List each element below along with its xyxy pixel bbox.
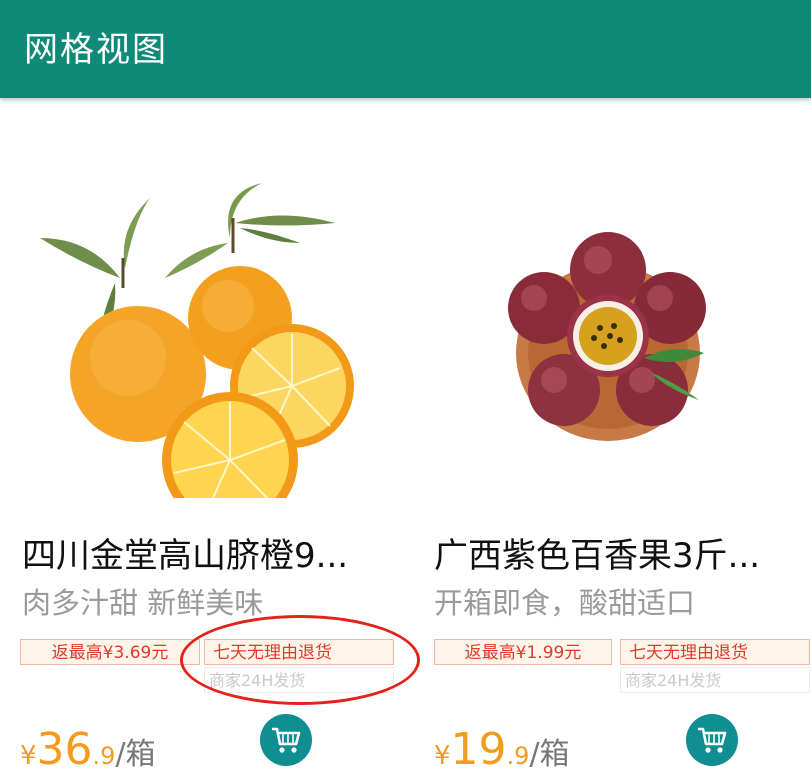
add-to-cart-button[interactable] xyxy=(260,714,312,766)
price-unit: /箱 xyxy=(529,737,570,772)
price-integer: 36 xyxy=(36,724,93,775)
price-unit: /箱 xyxy=(115,737,156,772)
product-price: ¥19.9/箱 xyxy=(434,724,570,775)
rebate-tag: 返最高¥3.69元 xyxy=(20,639,200,665)
price-decimal: .9 xyxy=(92,742,116,770)
product-image-passion-fruit[interactable] xyxy=(414,168,811,498)
product-price: ¥36.9/箱 xyxy=(20,724,156,775)
product-title[interactable]: 广西紫色百香果3斤... xyxy=(434,528,794,577)
price-currency: ¥ xyxy=(434,741,451,771)
add-to-cart-button[interactable] xyxy=(686,714,738,766)
price-decimal: .9 xyxy=(506,742,530,770)
app-bar: 网格视图 xyxy=(0,0,811,98)
shipping-tag: 商家24H发货 xyxy=(204,667,394,693)
shopping-cart-icon xyxy=(272,727,301,753)
shipping-tag: 商家24H发货 xyxy=(620,667,810,693)
product-title[interactable]: 四川金堂高山脐橙9... xyxy=(22,528,382,577)
price-integer: 19 xyxy=(450,724,507,775)
return-policy-tag: 七天无理由退货 xyxy=(204,639,394,665)
app-bar-title: 网格视图 xyxy=(24,30,168,70)
rebate-tag: 返最高¥1.99元 xyxy=(434,639,612,665)
product-subtitle: 肉多汁甜 新鲜美味 xyxy=(22,586,264,620)
shopping-cart-icon xyxy=(698,727,727,753)
return-policy-tag: 七天无理由退货 xyxy=(620,639,810,665)
product-card[interactable]: 广西紫色百香果3斤... 开箱即食，酸甜适口 返最高¥1.99元 七天无理由退货… xyxy=(414,98,811,779)
product-subtitle: 开箱即食，酸甜适口 xyxy=(434,586,696,620)
price-currency: ¥ xyxy=(20,741,37,771)
product-image-orange[interactable] xyxy=(0,168,414,498)
product-card[interactable]: 四川金堂高山脐橙9... 肉多汁甜 新鲜美味 返最高¥3.69元 七天无理由退货… xyxy=(0,98,414,779)
